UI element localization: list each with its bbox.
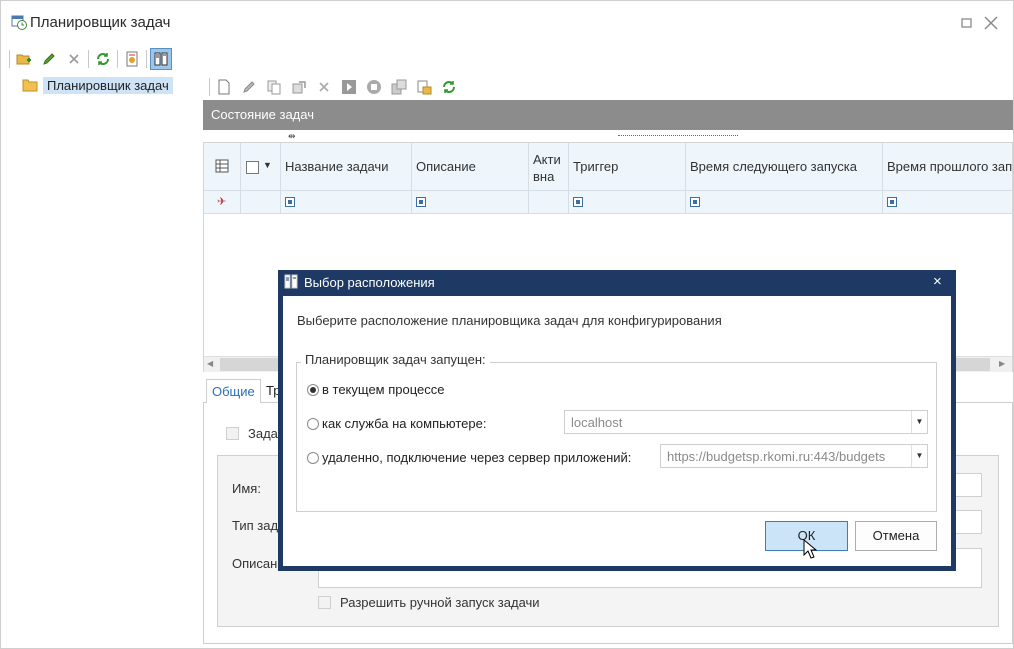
chevron-down-icon[interactable]: ▼: [911, 445, 927, 467]
computer-select[interactable]: localhost ▼: [564, 410, 928, 434]
select-location-icon[interactable]: [150, 48, 172, 70]
dialog-close-icon[interactable]: ×: [933, 273, 942, 290]
dialog-icon: [284, 274, 300, 290]
filter-icon[interactable]: [887, 197, 897, 207]
new-task-icon[interactable]: [213, 76, 235, 98]
filter-icon[interactable]: [285, 197, 295, 207]
run-task-icon[interactable]: [338, 76, 360, 98]
task-enabled-checkbox[interactable]: [226, 427, 239, 440]
app-server-select[interactable]: https://budgetsp.rkomi.ru:443/budgets ▼: [660, 444, 928, 468]
title-bar: Планировщик задач: [0, 0, 1014, 44]
radio-remote[interactable]: [307, 452, 319, 464]
scheduler-app-icon: [11, 14, 27, 30]
dialog-title-bar: Выбор расположения ×: [278, 270, 956, 294]
radio-current-process[interactable]: [307, 384, 319, 396]
filter-icon[interactable]: [690, 197, 700, 207]
toolbar-separator: [9, 50, 10, 68]
close-icon[interactable]: [980, 12, 1002, 34]
filter-cell-task-name[interactable]: [281, 191, 412, 214]
grid-title-bar: Состояние задач: [203, 100, 1013, 130]
chevron-down-icon[interactable]: ▼: [263, 160, 272, 170]
filter-icon[interactable]: [573, 197, 583, 207]
add-folder-icon[interactable]: [13, 48, 35, 70]
export-icon[interactable]: [413, 76, 435, 98]
description-label: Описан: [232, 556, 278, 571]
select-all-header[interactable]: ▼: [241, 143, 281, 191]
grid-toolbar: [209, 76, 479, 98]
filter-cell-trigger[interactable]: [569, 191, 686, 214]
copy-task-icon[interactable]: [263, 76, 285, 98]
toolbar-separator: [146, 50, 147, 68]
option-remote-label[interactable]: удаленно, подключение через сервер прило…: [322, 450, 631, 465]
dialog-body: Выберите расположение планировщика задач…: [283, 296, 951, 566]
filter-cell-active[interactable]: [529, 191, 569, 214]
grid-title: Состояние задач: [211, 107, 314, 122]
filter-pin-cell: ✈: [204, 191, 241, 214]
location-dialog: Выбор расположения × Выберите расположен…: [278, 270, 956, 571]
tree-item-scheduler[interactable]: Планировщик задач: [22, 75, 173, 95]
type-label: Тип зад: [232, 518, 279, 533]
scroll-left-icon[interactable]: ◀: [207, 359, 213, 368]
column-resize-marker: ⇹: [288, 131, 296, 141]
edit-task-icon[interactable]: [238, 76, 260, 98]
app-server-value: https://budgetsp.rkomi.ru:443/budgets: [667, 449, 886, 464]
column-resize-marker: [618, 131, 738, 136]
tree-item-label: Планировщик задач: [43, 76, 173, 94]
manual-run-checkbox[interactable]: [318, 596, 331, 609]
select-all-checkbox[interactable]: [246, 161, 259, 174]
filter-row: ✈: [204, 191, 1012, 214]
mouse-cursor-icon: [803, 538, 818, 559]
scroll-right-icon[interactable]: ▶: [999, 359, 1005, 368]
tree-toolbar: [9, 48, 194, 70]
refresh-icon[interactable]: [92, 48, 114, 70]
filter-cell-last-run[interactable]: [883, 191, 1012, 214]
column-description[interactable]: Описание: [412, 143, 529, 191]
column-last-run[interactable]: Время прошлого зап: [883, 143, 1012, 191]
column-chooser-header[interactable]: [204, 143, 241, 191]
dialog-title: Выбор расположения: [304, 275, 435, 290]
pin-icon[interactable]: ✈: [217, 195, 226, 208]
restore-icon[interactable]: [956, 12, 978, 34]
filter-icon[interactable]: [416, 197, 426, 207]
toolbar-separator: [209, 78, 210, 96]
group-label: Планировщик задач запущен:: [301, 352, 490, 367]
folder-icon: [22, 78, 38, 92]
option-current-process-label[interactable]: в текущем процессе: [322, 382, 444, 397]
edit-icon[interactable]: [38, 48, 60, 70]
column-trigger[interactable]: Триггер: [569, 143, 686, 191]
manual-run-label: Разрешить ручной запуск задачи: [340, 595, 540, 610]
option-service-label[interactable]: как служба на компьютере:: [322, 416, 486, 431]
radio-service[interactable]: [307, 418, 319, 430]
delete-task-icon[interactable]: [313, 76, 335, 98]
delete-icon[interactable]: [63, 48, 85, 70]
filter-cell: [241, 191, 281, 214]
stop-task-icon[interactable]: [363, 76, 385, 98]
toolbar-separator: [117, 50, 118, 68]
name-label: Имя:: [232, 481, 261, 496]
settings-icon[interactable]: [121, 48, 143, 70]
refresh-tasks-icon[interactable]: [438, 76, 460, 98]
dialog-prompt: Выберите расположение планировщика задач…: [297, 313, 722, 328]
filter-cell-description[interactable]: [412, 191, 529, 214]
history-icon[interactable]: [388, 76, 410, 98]
chevron-down-icon[interactable]: ▼: [911, 411, 927, 433]
window-title: Планировщик задач: [30, 14, 171, 31]
tab-general[interactable]: Общие: [206, 379, 261, 403]
move-task-icon[interactable]: [288, 76, 310, 98]
column-task-name[interactable]: Название задачи: [281, 143, 412, 191]
filter-cell-next-run[interactable]: [686, 191, 883, 214]
toolbar-separator: [88, 50, 89, 68]
column-next-run[interactable]: Время следующего запуска: [686, 143, 883, 191]
cancel-button[interactable]: Отмена: [855, 521, 937, 551]
computer-value: localhost: [571, 415, 623, 430]
column-active[interactable]: Акти вна: [529, 143, 569, 191]
